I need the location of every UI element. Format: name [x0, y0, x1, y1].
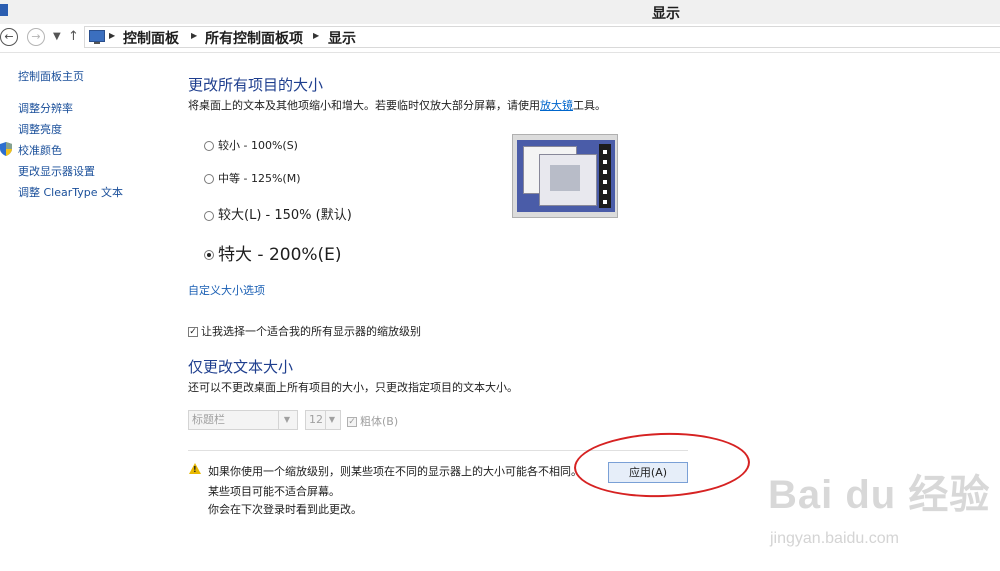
breadcrumb-control-panel[interactable]: 控制面板 [123, 28, 179, 48]
radio-button[interactable] [204, 141, 214, 151]
size-desc-text: 将桌面上的文本及其他项缩小和增大。若要临时仅放大部分屏幕，请使用 [188, 99, 540, 112]
scale-option-large[interactable]: 较大(L) - 150% (默认) [204, 204, 352, 223]
scale-option-label: 特大 - 200%(E) [218, 245, 342, 265]
highlight-annotation [572, 429, 752, 501]
scale-preview-image [512, 134, 618, 218]
size-heading: 更改所有项目的大小 [188, 76, 324, 94]
checkbox-label: 让我选择一个适合我的所有显示器的缩放级别 [201, 325, 421, 338]
chevron-right-icon[interactable]: ▶ [191, 31, 197, 40]
custom-size-link[interactable]: 自定义大小选项 [188, 282, 265, 298]
sidebar-item-home[interactable]: 控制面板主页 [18, 68, 84, 84]
magnifier-link[interactable]: 放大镜 [540, 99, 573, 112]
sidebar-item-calibrate[interactable]: 校准颜色 [18, 142, 62, 158]
chevron-down-icon[interactable]: ▼ [325, 411, 338, 429]
sidebar-item-cleartype[interactable]: 调整 ClearType 文本 [18, 184, 123, 200]
text-size-heading: 仅更改文本大小 [188, 358, 294, 376]
back-arrow-icon[interactable]: ← [0, 28, 18, 46]
size-description: 将桌面上的文本及其他项缩小和增大。若要临时仅放大部分屏幕，请使用放大镜工具。 [188, 97, 606, 113]
bold-checkbox[interactable]: ✓ [347, 417, 357, 427]
recent-dropdown-icon[interactable]: ▼ [53, 31, 61, 42]
warning-icon: ! [189, 463, 201, 474]
title-bar: 显示 [0, 0, 1000, 24]
checkbox[interactable]: ✓ [188, 327, 198, 337]
address-bar: ← → ▼ ↑ ▶ 控制面板 ▶ 所有控制面板项 ▶ 显示 [0, 24, 1000, 53]
control-panel-icon [89, 30, 105, 44]
forward-arrow-icon[interactable]: → [27, 28, 45, 46]
breadcrumb-all-items[interactable]: 所有控制面板项 [205, 28, 303, 48]
item-select[interactable]: 标题栏 ▼ [188, 410, 298, 430]
chevron-right-icon[interactable]: ▶ [313, 31, 319, 40]
size-desc-tail: 工具。 [573, 99, 606, 112]
window-title: 显示 [652, 6, 680, 22]
warning-line-2: 某些项目可能不适合屏幕。 [208, 485, 340, 498]
sidebar-item-resolution[interactable]: 调整分辨率 [18, 100, 73, 116]
warning-line-3: 你会在下次登录时看到此更改。 [208, 503, 362, 516]
chevron-down-icon[interactable]: ▼ [278, 411, 295, 429]
watermark: Bai du 经验 jingyan.baidu.com [768, 462, 998, 558]
radio-button[interactable] [204, 174, 214, 184]
bold-option[interactable]: ✓ 粗体(B) [347, 413, 398, 429]
scale-option-label: 较小 - 100%(S) [218, 139, 298, 152]
watermark-logo: Bai du 经验 [768, 473, 991, 517]
bold-label: 粗体(B) [360, 415, 399, 428]
font-size-select[interactable]: 12 ▼ [305, 410, 341, 430]
breadcrumb-display[interactable]: 显示 [328, 28, 356, 48]
scale-option-medium[interactable]: 中等 - 125%(M) [204, 170, 300, 186]
app-icon [0, 4, 8, 16]
sidebar-item-display-settings[interactable]: 更改显示器设置 [18, 163, 95, 179]
breadcrumb[interactable]: ▶ 控制面板 ▶ 所有控制面板项 ▶ 显示 [84, 26, 1000, 48]
radio-button-selected[interactable] [204, 250, 214, 260]
font-size-value: 12 [309, 413, 323, 426]
chevron-right-icon[interactable]: ▶ [109, 31, 115, 40]
per-display-scaling-option[interactable]: ✓ 让我选择一个适合我的所有显示器的缩放级别 [188, 323, 421, 339]
text-size-description: 还可以不更改桌面上所有项目的大小，只更改指定项目的文本大小。 [188, 381, 518, 394]
scale-option-extra-large[interactable]: 特大 - 200%(E) [204, 240, 342, 265]
scale-option-label: 中等 - 125%(M) [218, 172, 301, 185]
watermark-url: jingyan.baidu.com [770, 530, 899, 547]
warning-line-1: 如果你使用一个缩放级别，则某些项在不同的显示器上的大小可能各不相同。 [208, 465, 582, 478]
item-select-value: 标题栏 [192, 413, 225, 426]
radio-button[interactable] [204, 210, 214, 221]
scale-option-label: 较大(L) - 150% (默认) [218, 208, 352, 223]
up-arrow-icon[interactable]: ↑ [68, 29, 79, 44]
scale-option-small[interactable]: 较小 - 100%(S) [204, 137, 298, 153]
shield-icon [0, 142, 12, 156]
sidebar-item-brightness[interactable]: 调整亮度 [18, 121, 62, 137]
